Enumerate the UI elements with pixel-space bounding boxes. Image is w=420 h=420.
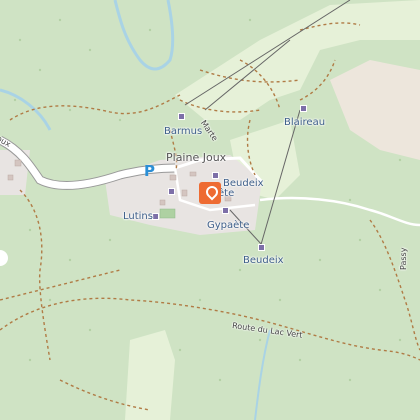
- place-label-plaine-joux[interactable]: Plaine Joux: [166, 152, 226, 164]
- lift-station-blaireau: [300, 105, 307, 112]
- lift-station-village: [168, 188, 175, 195]
- place-label-lutins[interactable]: Lutins: [123, 211, 153, 223]
- parking-icon[interactable]: P: [144, 162, 155, 180]
- road-label-passy: Passy: [399, 247, 408, 270]
- lift-station-gypaete: [222, 207, 229, 214]
- lift-station-lutins: [152, 213, 159, 220]
- map-pin-icon: [203, 183, 221, 201]
- location-marker[interactable]: [199, 182, 221, 204]
- lift-station-beudeix-top: [212, 172, 219, 179]
- place-label-beudeix[interactable]: Beudeix: [243, 255, 284, 267]
- map-canvas[interactable]: Plaine Joux Barmus Blaireau Beudeix ête …: [0, 0, 420, 420]
- lift-station-barmus: [178, 113, 185, 120]
- place-label-gypaete[interactable]: Gypaète: [207, 220, 249, 232]
- place-label-blaireau[interactable]: Blaireau: [284, 117, 325, 129]
- map-base-layer: [0, 0, 420, 420]
- lift-station-beudeix: [258, 244, 265, 251]
- place-label-barmus[interactable]: Barmus: [164, 126, 202, 138]
